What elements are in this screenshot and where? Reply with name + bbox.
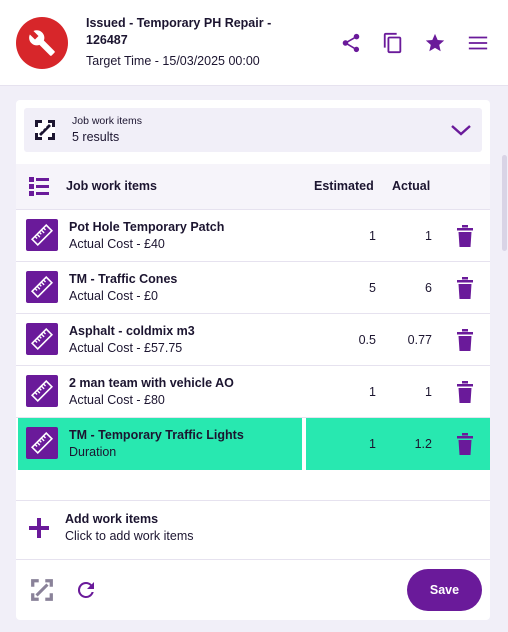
work-item-tool-icon[interactable] — [30, 578, 54, 607]
table-row[interactable]: TM - Temporary Traffic Lights Duration 1 1.… — [16, 418, 490, 470]
ruler-icon — [26, 219, 58, 251]
work-item-name: TM - Traffic Cones — [69, 272, 178, 286]
table-row[interactable]: Pot Hole Temporary Patch Actual Cost - £4… — [16, 210, 490, 262]
estimated-value: 1 — [369, 229, 376, 243]
list-icon — [28, 175, 50, 202]
actual-value: 1 — [425, 385, 432, 399]
ruler-icon — [26, 427, 58, 459]
column-header-estimated: Estimated — [314, 179, 374, 193]
work-item-name: Asphalt - coldmix m3 — [69, 324, 195, 338]
estimated-value: 5 — [369, 281, 376, 295]
table-row[interactable]: Asphalt - coldmix m3 Actual Cost - £57.75… — [16, 314, 490, 366]
star-icon[interactable] — [423, 31, 447, 55]
trash-icon[interactable] — [456, 225, 474, 252]
add-work-items-title: Add work items — [65, 512, 159, 526]
work-items-filter-dropdown[interactable]: Job work items 5 results — [24, 108, 482, 152]
add-work-items-subtitle: Click to add work items — [65, 529, 194, 543]
work-item-detail: Actual Cost - £40 — [69, 237, 165, 251]
work-items-card: Job work items 5 results Job work items … — [16, 100, 490, 620]
actual-value: 0.77 — [407, 333, 432, 347]
column-header-actual: Actual — [392, 179, 431, 193]
trash-icon[interactable] — [456, 433, 474, 460]
table-header: Job work items Estimated Actual — [16, 164, 490, 210]
work-item-tool-icon — [34, 119, 56, 146]
estimated-value: 1 — [369, 385, 376, 399]
save-button[interactable]: Save — [407, 569, 482, 611]
chevron-down-icon[interactable] — [450, 120, 472, 145]
ruler-icon — [26, 323, 58, 355]
work-item-detail: Duration — [69, 445, 117, 459]
estimated-value: 0.5 — [358, 333, 376, 347]
actual-value: 1.2 — [414, 437, 432, 451]
work-item-detail: Actual Cost - £57.75 — [69, 341, 183, 355]
app-header: Issued - Temporary PH Repair - 126487 Ta… — [0, 0, 508, 86]
scrollbar-thumb[interactable] — [502, 155, 507, 251]
work-item-name: 2 man team with vehicle AO — [69, 376, 234, 390]
add-work-items-button[interactable]: Add work items Click to add work items — [16, 500, 490, 560]
share-icon[interactable] — [339, 31, 363, 55]
filter-results-count: 5 results — [72, 130, 120, 144]
table-row[interactable]: TM - Traffic Cones Actual Cost - £0 5 6 — [16, 262, 490, 314]
plus-icon — [28, 517, 50, 544]
work-item-detail: Actual Cost - £0 — [69, 289, 158, 303]
wrench-logo-icon — [16, 17, 68, 69]
work-item-detail: Actual Cost - £80 — [69, 393, 165, 407]
estimated-value: 1 — [369, 437, 376, 451]
work-item-name: Pot Hole Temporary Patch — [69, 220, 225, 234]
table-row[interactable]: 2 man team with vehicle AO Actual Cost - … — [16, 366, 490, 418]
page-title: Issued - Temporary PH Repair - 126487 — [86, 16, 272, 47]
actual-value: 6 — [425, 281, 432, 295]
ruler-icon — [26, 271, 58, 303]
trash-icon[interactable] — [456, 329, 474, 356]
actual-value: 1 — [425, 229, 432, 243]
column-header-name: Job work items — [66, 179, 157, 193]
copy-icon[interactable] — [381, 31, 405, 55]
menu-icon[interactable] — [466, 31, 490, 55]
filter-label: Job work items — [72, 115, 143, 127]
trash-icon[interactable] — [456, 381, 474, 408]
target-time: Target Time - 15/03/2025 00:00 — [86, 54, 260, 68]
selected-highlight — [18, 418, 302, 470]
ruler-icon — [26, 375, 58, 407]
refresh-icon[interactable] — [74, 578, 98, 607]
work-item-name: TM - Temporary Traffic Lights — [69, 428, 244, 442]
trash-icon[interactable] — [456, 277, 474, 304]
